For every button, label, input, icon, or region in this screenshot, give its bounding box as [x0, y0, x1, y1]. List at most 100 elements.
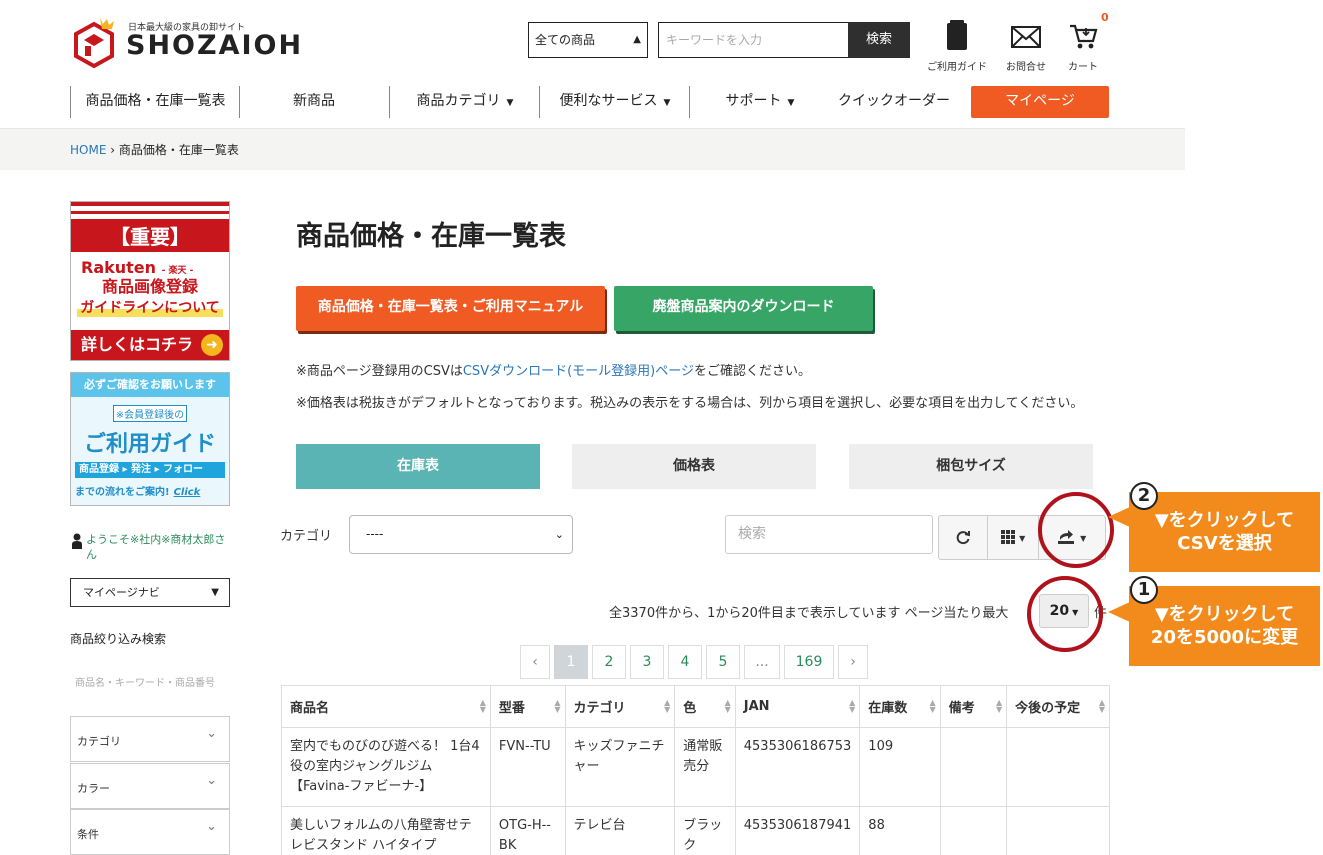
cart-link[interactable]: カート	[1062, 20, 1104, 73]
nav-mypage-button[interactable]: マイページ	[971, 86, 1109, 118]
cart-icon	[1070, 24, 1098, 49]
column-header-color[interactable]: 色 ▲ ▼	[674, 685, 736, 728]
column-header-jan[interactable]: JAN ▲ ▼	[734, 685, 861, 728]
refresh-icon	[956, 531, 970, 545]
nav-divider	[239, 86, 240, 118]
category-filter-select[interactable]: ---- ⌄	[349, 515, 573, 554]
nav-category[interactable]: 商品カテゴリ ▼	[395, 86, 535, 118]
search-category-select[interactable]: 全ての商品 ▲	[528, 22, 648, 58]
banner-line2: ガイドラインについて	[77, 297, 223, 317]
logo-brand: SHOZAIOH	[126, 30, 304, 61]
search-input[interactable]: キーワードを入力	[658, 22, 848, 58]
caret-down-icon: ▼	[663, 98, 671, 108]
updown-icon: ▲	[633, 34, 641, 45]
nav-divider	[689, 86, 690, 118]
csv-note-suffix: をご確認ください。	[693, 364, 811, 379]
contact-link[interactable]: お問合せ	[1000, 20, 1052, 73]
column-header-label: 在庫数	[868, 701, 908, 716]
search-button[interactable]: 検索	[848, 22, 910, 58]
nav-support-label: サポート	[725, 93, 782, 109]
welcome-text: ようこそ※社内※商材太郎さん	[86, 533, 226, 561]
nav-divider	[70, 86, 71, 118]
column-header-category[interactable]: カテゴリ ▲ ▼	[564, 685, 676, 728]
column-header-name[interactable]: 商品名 ▲ ▼	[281, 685, 491, 728]
banner-rakuten: Rakuten - 楽天 -	[71, 258, 229, 277]
page-4[interactable]: 4	[668, 645, 702, 679]
rakuten-guideline-banner[interactable]: 【重要】 Rakuten - 楽天 - 商品画像登録 ガイドラインについて 詳し…	[70, 201, 230, 361]
nav-category-label: 商品カテゴリ	[416, 93, 501, 109]
refresh-button[interactable]	[939, 516, 987, 559]
user-icon	[72, 533, 82, 549]
contact-label: お問合せ	[1006, 62, 1046, 73]
banner-rakuten-sub: - 楽天 -	[161, 266, 194, 276]
page-2[interactable]: 2	[592, 645, 626, 679]
column-header-schedule[interactable]: 今後の予定 ▲ ▼	[1006, 685, 1110, 728]
guide-banner-foot: までの流れをご案内! Click	[71, 483, 229, 498]
banner-important-head: 【重要】	[71, 222, 229, 252]
logo-mark-icon	[74, 18, 114, 68]
columns-button[interactable]: ▼	[988, 516, 1038, 559]
chevron-down-icon: ⌄	[554, 528, 564, 541]
guide-link[interactable]: ご利用ガイド	[923, 20, 991, 73]
tab-package-size[interactable]: 梱包サイズ	[849, 444, 1093, 489]
breadcrumb-current: 商品価格・在庫一覧表	[118, 143, 239, 157]
caret-down-icon: ▼	[506, 98, 514, 108]
csv-download-link[interactable]: CSVダウンロード(モール登録用)ページ	[463, 364, 694, 379]
step1-number: 1	[1130, 576, 1158, 604]
tab-stock[interactable]: 在庫表	[296, 444, 540, 489]
arrow-right-icon: ➜	[201, 334, 223, 356]
page-prev[interactable]: ‹	[520, 645, 550, 679]
page-next[interactable]: ›	[838, 645, 868, 679]
nav-services[interactable]: 便利なサービス ▼	[545, 86, 685, 118]
sort-icon: ▲ ▼	[724, 698, 731, 714]
callout-step2: ▼をクリックして CSVを選択	[1129, 492, 1320, 572]
csv-note-prefix: ※商品ページ登録用のCSVは	[296, 364, 463, 379]
chevron-down-icon: ⌄	[206, 726, 217, 741]
caret-down-icon: ▼	[787, 98, 795, 108]
chevron-down-icon: ⌄	[206, 773, 217, 788]
callout-pointer	[1108, 602, 1130, 622]
breadcrumb-separator: ›	[106, 143, 119, 157]
search-category-value: 全ての商品	[535, 33, 596, 47]
tab-price[interactable]: 価格表	[572, 444, 816, 489]
sort-icon: ▲ ▼	[479, 698, 486, 714]
breadcrumb: HOME › 商品価格・在庫一覧表	[0, 128, 1185, 170]
breadcrumb-home-link[interactable]: HOME	[70, 143, 106, 157]
guide-banner-sub: ※会員登録後の	[113, 405, 187, 422]
guide-banner-flow: 商品登録 ▸ 発注 ▸ フォロー	[75, 462, 225, 478]
filter-keyword-input[interactable]: 商品名・キーワード・商品番号	[75, 674, 215, 689]
cell-remarks	[939, 727, 1008, 807]
column-header-model[interactable]: 型番 ▲ ▼	[489, 685, 566, 728]
column-header-label: 商品名	[290, 701, 330, 716]
table-search-input[interactable]: 検索	[725, 515, 933, 554]
usage-guide-banner[interactable]: 必ずご確認をお願いします ※会員登録後の ご利用ガイド 商品登録 ▸ 発注 ▸ …	[70, 372, 230, 506]
column-header-stock[interactable]: 在庫数 ▲ ▼	[859, 685, 941, 728]
cell-model: FVN--TU	[489, 727, 566, 807]
nav-new[interactable]: 新商品	[245, 86, 383, 118]
cell-stock: 88	[859, 806, 941, 855]
discontinued-download-button[interactable]: 廃盤商品案内のダウンロード	[614, 286, 873, 331]
mypage-navi-select[interactable]: マイページナビ ▼	[70, 578, 230, 607]
nav-price-list[interactable]: 商品価格・在庫一覧表	[78, 86, 233, 118]
page-5[interactable]: 5	[706, 645, 740, 679]
facet-color[interactable]: カラー ⌄	[70, 763, 230, 809]
facet-category[interactable]: カテゴリ ⌄	[70, 716, 230, 762]
cell-stock: 109	[859, 727, 941, 807]
page-1[interactable]: 1	[554, 645, 588, 679]
guide-book-icon	[947, 20, 967, 50]
cell-color: ブラック	[674, 806, 736, 855]
guide-label: ご利用ガイド	[927, 62, 987, 73]
site-logo[interactable]: 日本最大級の家具の卸サイト SHOZAIOH	[70, 12, 320, 70]
cell-schedule	[1006, 806, 1110, 855]
grid-columns-icon	[1000, 530, 1015, 544]
manual-button[interactable]: 商品価格・在庫一覧表・ご利用マニュアル	[296, 286, 605, 331]
facet-condition[interactable]: 条件 ⌄	[70, 809, 230, 855]
nav-support[interactable]: サポート ▼	[705, 86, 815, 118]
page-last[interactable]: 169	[784, 645, 834, 679]
cell-category: テレビ台	[564, 806, 676, 855]
page-3[interactable]: 3	[630, 645, 664, 679]
column-header-label: 型番	[498, 701, 525, 716]
nav-quick-order[interactable]: クイックオーダー	[828, 86, 960, 118]
banner-foot: 詳しくはコチラ ➜	[71, 330, 229, 360]
column-header-remarks[interactable]: 備考 ▲ ▼	[939, 685, 1008, 728]
